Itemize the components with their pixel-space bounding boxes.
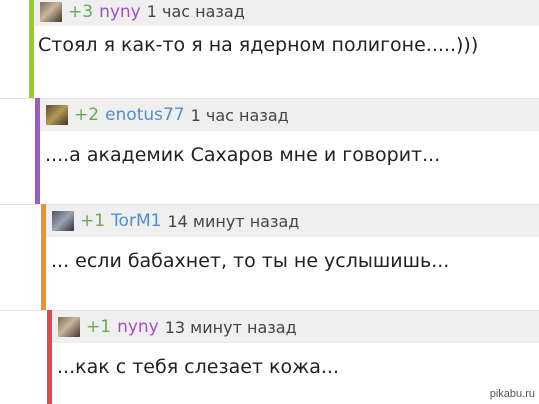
username-link[interactable]: nyny [99, 2, 141, 22]
watermark: pikabu.ru [489, 388, 535, 400]
comment-text: ... если бабахнет, то ты не услышишь... [51, 250, 450, 272]
comment-text: Стоял я как-то я на ядерном полигоне....… [38, 34, 479, 56]
comment-header: +2 enotus77 1 час назад [40, 99, 539, 131]
username-link[interactable]: TorM1 [111, 211, 161, 231]
rating: +3 [68, 1, 94, 22]
comment: +2 enotus77 1 час назад ....а академик С… [0, 98, 539, 204]
timestamp: 13 минут назад [164, 317, 297, 337]
comment-text: ....а академик Сахаров мне и говорит... [45, 144, 441, 166]
avatar[interactable] [58, 317, 80, 337]
timestamp: 1 час назад [146, 2, 245, 21]
comment: +1 TorM1 14 минут назад ... если бабахне… [0, 204, 539, 310]
comment: +1 nyny 13 минут назад ...как с тебя сле… [0, 310, 539, 404]
username-link[interactable]: enotus77 [105, 105, 185, 125]
avatar[interactable] [52, 211, 74, 231]
rating: +1 [86, 317, 112, 337]
comment-header: +3 nyny 1 час назад [34, 0, 539, 26]
comment: +3 nyny 1 час назад Стоял я как-то я на … [0, 0, 539, 98]
username-link[interactable]: nyny [117, 317, 159, 337]
comment-text: ...как с тебя слезает кожа... [57, 356, 339, 378]
comment-header: +1 TorM1 14 минут назад [46, 205, 539, 237]
avatar[interactable] [40, 1, 62, 22]
rating: +2 [74, 105, 100, 125]
comment-header: +1 nyny 13 минут назад [52, 311, 539, 343]
timestamp: 14 минут назад [167, 211, 300, 231]
timestamp: 1 час назад [190, 105, 289, 125]
avatar[interactable] [46, 105, 68, 125]
rating: +1 [80, 211, 106, 231]
